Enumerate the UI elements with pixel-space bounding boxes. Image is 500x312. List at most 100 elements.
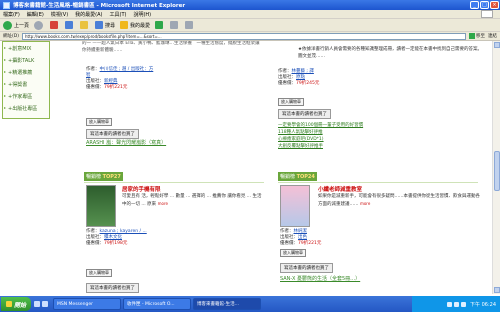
task-outlook[interactable]: 收件匣 - Microsoft O... xyxy=(123,298,192,310)
stop-icon xyxy=(50,21,59,29)
windows-logo-icon xyxy=(481,10,493,18)
window-titlebar: 博客來書籍館-生活風格-暢銷書區 - Microsoft Internet Ex… xyxy=(0,0,500,10)
minimize-button[interactable]: _ xyxy=(470,1,479,9)
go-arrow-icon xyxy=(469,33,475,39)
menu-bar: 檔案(F) 編輯(E) 檢視(V) 我的最愛(A) 工具(T) 說明(H) xyxy=(0,10,500,19)
publisher-link[interactable]: 新經典 xyxy=(104,79,118,84)
sidebar-item-photo-talk[interactable]: +攝影TALK xyxy=(3,57,49,66)
home-button[interactable] xyxy=(80,21,90,29)
publisher-link[interactable]: 積木文化 xyxy=(104,235,122,240)
book-cover-image[interactable] xyxy=(280,185,310,227)
publisher-link[interactable]: 出色 xyxy=(298,235,307,240)
sidebar-item-recommended[interactable]: +精選推薦 xyxy=(3,69,49,78)
windows-taskbar: 開始 MSN Messenger 收件匣 - Microsoft O... 博客… xyxy=(0,296,500,312)
scroll-down-icon[interactable] xyxy=(494,287,500,293)
related-book-link[interactable]: 118種人氣點擊好評推 xyxy=(278,129,478,136)
mail-button[interactable] xyxy=(170,21,180,29)
desktop-quicklaunch-icon[interactable] xyxy=(42,301,49,307)
also-bought-button[interactable]: 寫這本書的讀者也買了 xyxy=(278,109,331,119)
related-book-link[interactable]: SAN-X 憂鬱熊的生活（全套5冊…） xyxy=(280,275,360,282)
history-button[interactable] xyxy=(155,21,165,29)
clock: 下午 06:24 xyxy=(470,301,496,308)
menu-file[interactable]: 檔案(F) xyxy=(3,11,20,18)
book-card: 暢銷榜 TOP24 xyxy=(278,172,478,183)
more-link[interactable]: more xyxy=(360,201,370,206)
ie-app-icon xyxy=(3,1,10,9)
book-card: 暢銷榜 TOP27 xyxy=(84,172,264,183)
rank-header: 暢銷榜 TOP24 xyxy=(278,172,478,183)
menu-tools[interactable]: 工具(T) xyxy=(110,11,127,18)
author-link[interactable]: 林蔓藝 ; 譯 xyxy=(292,69,314,74)
related-books-list: 一定要學會的100個冊一輩子受用的好習慣 118種人氣點擊好評推 心療癒家庭吧(… xyxy=(278,122,478,150)
book-meta: 作者：林蔓藝 ; 譯 出版社：原點 優惠價：79折245元 xyxy=(278,69,320,86)
menu-edit[interactable]: 編輯(E) xyxy=(27,11,44,18)
book-meta: 作者：kazuna ; kayaren / ... 出版社：積木文化 優惠價：7… xyxy=(86,229,147,246)
menu-favorites[interactable]: 我的最愛(A) xyxy=(75,11,102,18)
also-bought-button[interactable]: 寫這本書的讀者也買了 xyxy=(86,283,139,293)
system-tray: 下午 06:24 xyxy=(412,296,500,312)
back-button[interactable]: 上一頁 xyxy=(3,20,29,30)
print-icon xyxy=(185,21,194,29)
task-msn[interactable]: MSN Messenger xyxy=(53,298,122,310)
related-book-link[interactable]: 一定要學會的100個冊一輩子受用的好習慣 xyxy=(278,122,478,129)
price: 79折198元 xyxy=(104,241,128,246)
close-button[interactable]: × xyxy=(490,1,499,9)
book-description: 如果你是減重新手，可能會有很多疑問……本書提供你從生活習慣、飲食與運動各方面的減… xyxy=(318,194,480,207)
volume-icon[interactable] xyxy=(454,301,459,307)
price: 79折245元 xyxy=(296,81,320,86)
windows-flag-icon xyxy=(6,301,12,307)
favorites-button[interactable]: 我的最愛 xyxy=(120,21,150,29)
ie-quicklaunch-icon[interactable] xyxy=(34,301,41,307)
price: 79折221元 xyxy=(298,241,322,246)
add-to-cart-button[interactable]: 放入購物車 xyxy=(86,269,112,277)
forward-arrow-icon xyxy=(34,20,44,30)
related-book-link[interactable]: ARASHI 嵐：聲光閃耀嵐影（寫真） xyxy=(86,139,166,146)
star-icon xyxy=(120,21,129,29)
forward-button[interactable] xyxy=(34,20,45,30)
add-to-cart-button[interactable]: 放入購物車 xyxy=(278,98,304,106)
book-cover-image[interactable] xyxy=(86,185,116,227)
sidebar-item-awards[interactable]: +得獎書 xyxy=(3,81,49,90)
start-button[interactable]: 開始 xyxy=(1,297,32,311)
links-button[interactable]: 連結 xyxy=(488,33,497,39)
sidebar-item-publishers[interactable]: +出版社專區 xyxy=(3,105,49,114)
publisher-link[interactable]: 原點 xyxy=(296,75,305,80)
book-title-link[interactable]: 小纖老師減重教室 xyxy=(318,185,362,193)
more-link[interactable]: more xyxy=(158,201,168,206)
msn-tray-icon[interactable] xyxy=(461,301,466,307)
stop-button[interactable] xyxy=(50,21,60,29)
related-book-link[interactable]: 大創反覆點擊好評推手 xyxy=(278,143,478,150)
page-content: +創意MIX +攝影TALK +精選推薦 +得獎書 +作家專區 +出版社專區 的… xyxy=(0,41,492,294)
sidebar-item-creative-mix[interactable]: +創意MIX xyxy=(3,45,49,54)
also-bought-button[interactable]: 寫這本書的讀者也買了 xyxy=(280,263,333,273)
book-description: ★依據洋書行銷人員會需要的各種知識整理成冊，讀者一定能在本書中找到自己需要的答案… xyxy=(298,47,483,59)
also-bought-button[interactable]: 寫這本書的讀者也買了 xyxy=(86,129,139,139)
menu-view[interactable]: 檢視(V) xyxy=(51,11,68,18)
search-icon xyxy=(95,21,104,29)
scroll-thumb[interactable] xyxy=(494,151,500,191)
scroll-up-icon[interactable] xyxy=(494,42,500,48)
task-ie[interactable]: 博客來書籍館-生活... xyxy=(193,298,262,310)
sidebar-item-authors[interactable]: +作家專區 xyxy=(3,93,49,102)
author-link[interactable]: 林純潔 xyxy=(294,229,308,234)
print-button[interactable] xyxy=(185,21,195,29)
go-button[interactable]: 移至 xyxy=(469,33,485,39)
author-link[interactable]: kazuna ; kayaren / ... xyxy=(100,229,147,234)
vertical-scrollbar[interactable] xyxy=(492,41,500,294)
menu-help[interactable]: 說明(H) xyxy=(133,11,151,18)
rank-header: 暢銷榜 TOP27 xyxy=(84,172,264,183)
maximize-button[interactable]: □ xyxy=(480,1,489,9)
related-book-link[interactable]: 心療癒家庭吧(DVD*1) xyxy=(278,136,478,143)
rank-badge: 暢銷榜 TOP27 xyxy=(84,172,123,181)
network-icon[interactable] xyxy=(447,301,452,307)
search-button[interactable]: 搜尋 xyxy=(95,21,115,29)
address-input[interactable]: http://www.books.com.tw/exep/prod/booksf… xyxy=(21,32,466,40)
back-arrow-icon xyxy=(3,20,12,30)
address-label: 網址(D) xyxy=(3,34,19,39)
add-to-cart-button[interactable]: 放入購物車 xyxy=(86,118,112,126)
refresh-button[interactable] xyxy=(65,21,75,29)
home-icon xyxy=(80,21,89,29)
refresh-icon xyxy=(65,21,74,29)
book-title-link[interactable]: 居家的手機有限 xyxy=(122,185,161,193)
add-to-cart-button[interactable]: 放入購物車 xyxy=(280,249,306,257)
